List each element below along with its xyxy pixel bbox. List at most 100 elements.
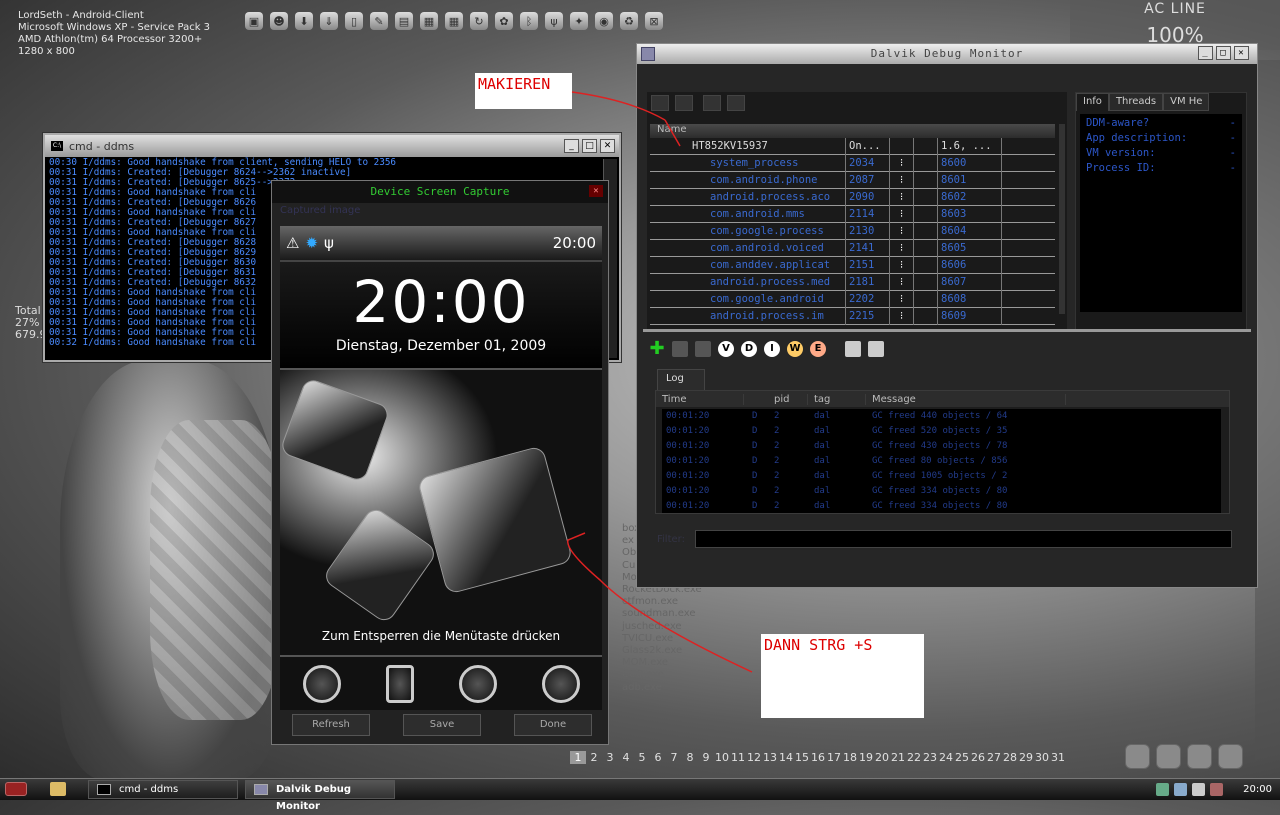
- log-row[interactable]: 00:01:20 D 2 dal GC freed 334 objects / 80: [666, 499, 1221, 514]
- page-21[interactable]: 21: [890, 751, 906, 764]
- page-28[interactable]: 28: [1002, 751, 1018, 764]
- process-row[interactable]: android.process.aco 2090 ⁝ 8602: [650, 188, 1055, 206]
- folder-icon[interactable]: [50, 782, 66, 796]
- page-9[interactable]: 9: [698, 751, 714, 764]
- page-20[interactable]: 20: [874, 751, 890, 764]
- tab-vm-heap[interactable]: VM He: [1163, 93, 1210, 111]
- dock-icon[interactable]: ✎: [370, 12, 388, 30]
- log-level-verbose[interactable]: V: [718, 341, 734, 357]
- process-row[interactable]: com.google.android 2202 ⁝ 8608: [650, 290, 1055, 308]
- remove-filter-icon[interactable]: [695, 341, 711, 357]
- save-icon[interactable]: ▤: [395, 12, 413, 30]
- capture-titlebar[interactable]: Device Screen Capture ✕: [272, 181, 608, 203]
- dock-icon[interactable]: ☻: [270, 12, 288, 30]
- page-16[interactable]: 16: [810, 751, 826, 764]
- scrollbar[interactable]: [1059, 124, 1065, 314]
- download-icon[interactable]: ⇓: [320, 12, 338, 30]
- page-7[interactable]: 7: [666, 751, 682, 764]
- minimize-button[interactable]: _: [564, 139, 579, 153]
- refresh-icon[interactable]: ↻: [470, 12, 488, 30]
- page-25[interactable]: 25: [954, 751, 970, 764]
- page-1[interactable]: 1: [570, 751, 586, 764]
- cmd-titlebar[interactable]: C:\ cmd - ddms _ □ ✕: [45, 135, 619, 157]
- dock-icon[interactable]: ▦: [445, 12, 463, 30]
- process-row[interactable]: android.process.med 2181 ⁝ 8607: [650, 273, 1055, 291]
- log-level-info[interactable]: I: [764, 341, 780, 357]
- dock-icon[interactable]: ◉: [595, 12, 613, 30]
- network-icon[interactable]: [1174, 783, 1187, 796]
- page-13[interactable]: 13: [762, 751, 778, 764]
- log-tag-header[interactable]: tag: [808, 393, 866, 405]
- dock-icon[interactable]: ✿: [495, 12, 513, 30]
- name-column-header[interactable]: Name: [650, 124, 1055, 138]
- download-icon[interactable]: ⬇: [295, 12, 313, 30]
- taskbar-item-ddms[interactable]: Dalvik Debug Monitor: [245, 780, 395, 812]
- page-27[interactable]: 27: [986, 751, 1002, 764]
- stop-process-icon[interactable]: [726, 95, 745, 111]
- dock-icon[interactable]: ▣: [245, 12, 263, 30]
- page-18[interactable]: 18: [842, 751, 858, 764]
- process-row[interactable]: com.anddev.applicat 2151 ⁝ 8606: [650, 256, 1055, 274]
- process-row[interactable]: android.process.im 2215 ⁝ 8609: [650, 307, 1055, 325]
- page-23[interactable]: 23: [922, 751, 938, 764]
- log-level-debug[interactable]: D: [741, 341, 757, 357]
- dock-icon[interactable]: ✦: [570, 12, 588, 30]
- page-8[interactable]: 8: [682, 751, 698, 764]
- close-button[interactable]: ✕: [1234, 46, 1249, 60]
- process-row[interactable]: com.android.phone 2087 ⁝ 8601: [650, 171, 1055, 189]
- page-12[interactable]: 12: [746, 751, 762, 764]
- shortcut-icon[interactable]: [1156, 744, 1181, 769]
- maximize-button[interactable]: □: [582, 139, 597, 153]
- process-row[interactable]: system_process 2034 ⁝ 8600: [650, 154, 1055, 172]
- tab-threads[interactable]: Threads: [1108, 93, 1164, 111]
- splitter[interactable]: [643, 329, 1251, 332]
- page-15[interactable]: 15: [794, 751, 810, 764]
- maximize-button[interactable]: □: [1216, 46, 1231, 60]
- page-31[interactable]: 31: [1050, 751, 1066, 764]
- device-row[interactable]: HT852KV15937 On... 1.6, ...: [650, 137, 1055, 155]
- log-message-header[interactable]: Message: [866, 393, 1066, 405]
- page-17[interactable]: 17: [826, 751, 842, 764]
- shortcut-icon[interactable]: [1187, 744, 1212, 769]
- settings-icon[interactable]: [1218, 744, 1243, 769]
- clear-log-icon[interactable]: [845, 341, 861, 357]
- add-filter-icon[interactable]: ✚: [649, 340, 665, 358]
- log-level-error[interactable]: E: [810, 341, 826, 357]
- log-row[interactable]: 00:01:20 D 2 dal GC freed 440 objects / 64: [666, 409, 1221, 424]
- done-button[interactable]: Done: [514, 714, 592, 736]
- page-5[interactable]: 5: [634, 751, 650, 764]
- filter-input[interactable]: [694, 530, 1232, 548]
- page-22[interactable]: 22: [906, 751, 922, 764]
- dock-icon[interactable]: ⊠: [645, 12, 663, 30]
- tray-icon[interactable]: [1210, 783, 1223, 796]
- page-26[interactable]: 26: [970, 751, 986, 764]
- update-heap-icon[interactable]: [675, 95, 693, 111]
- volume-icon[interactable]: [1192, 783, 1205, 796]
- dock-icon[interactable]: ▦: [420, 12, 438, 30]
- minimize-button[interactable]: _: [1198, 46, 1213, 60]
- log-pid-header[interactable]: pid: [768, 393, 808, 405]
- close-button[interactable]: ✕: [600, 139, 615, 153]
- page-11[interactable]: 11: [730, 751, 746, 764]
- log-row[interactable]: 00:01:20 D 2 dal GC freed 334 objects / 80: [666, 484, 1221, 499]
- log-row[interactable]: 00:01:20 D 2 dal GC freed 80 objects / 856: [666, 454, 1221, 469]
- log-level-warn[interactable]: W: [787, 341, 803, 357]
- edit-filter-icon[interactable]: [672, 341, 688, 357]
- page-29[interactable]: 29: [1018, 751, 1034, 764]
- bluetooth-icon[interactable]: ᛒ: [520, 12, 538, 30]
- page-14[interactable]: 14: [778, 751, 794, 764]
- debug-icon[interactable]: [651, 95, 669, 111]
- dock-icon[interactable]: ♻: [620, 12, 638, 30]
- page-4[interactable]: 4: [618, 751, 634, 764]
- usb-icon[interactable]: ψ: [545, 12, 563, 30]
- page-30[interactable]: 30: [1034, 751, 1050, 764]
- start-button[interactable]: [5, 782, 27, 796]
- log-row[interactable]: 00:01:20 D 2 dal GC freed 520 objects / 35: [666, 424, 1221, 439]
- log-row[interactable]: 00:01:20 D 2 dal GC freed 1005 objects / 2: [666, 469, 1221, 484]
- page-19[interactable]: 19: [858, 751, 874, 764]
- update-threads-icon[interactable]: [702, 95, 721, 111]
- taskbar-item-cmd[interactable]: cmd - ddms: [88, 780, 238, 799]
- tab-info[interactable]: Info: [1076, 93, 1109, 111]
- process-row[interactable]: com.android.mms 2114 ⁝ 8603: [650, 205, 1055, 223]
- tab-log[interactable]: Log: [657, 369, 705, 391]
